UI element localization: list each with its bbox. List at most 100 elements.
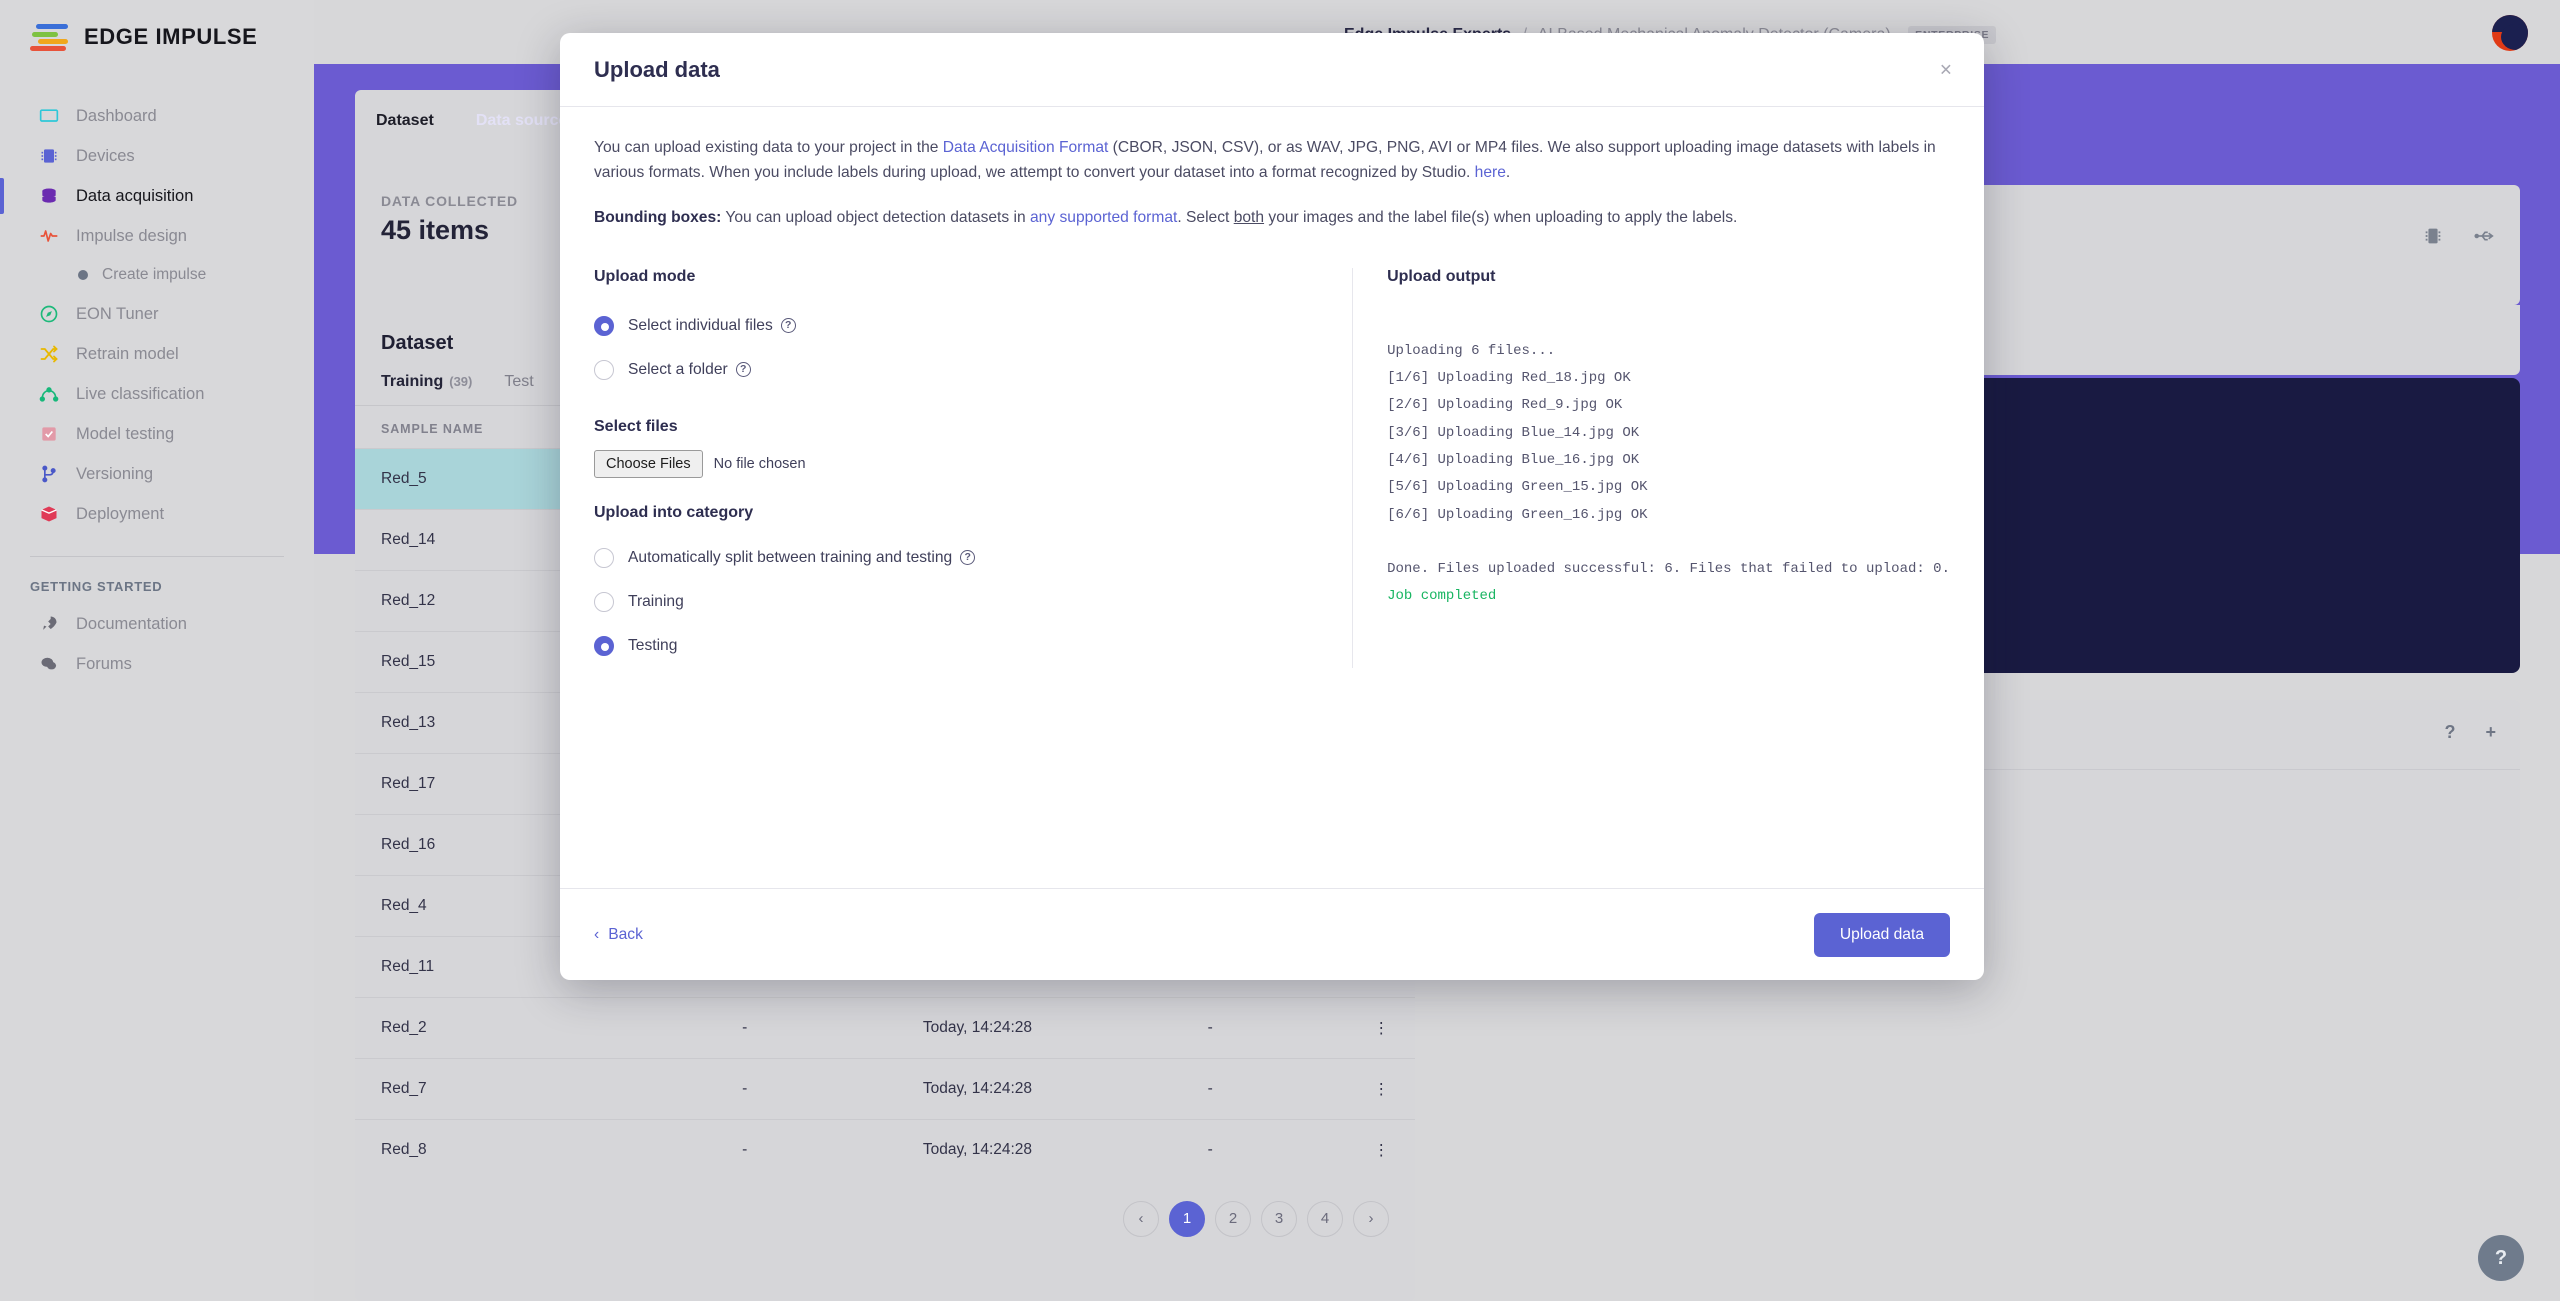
- radio-label: Testing: [628, 637, 677, 655]
- sidebar-item-deployment[interactable]: Deployment: [0, 494, 314, 534]
- modal-right-column: Upload output Uploading 6 files... [1/6]…: [1352, 267, 1950, 668]
- sidebar-item-label: Model testing: [76, 424, 175, 443]
- plus-icon[interactable]: +: [2485, 722, 2496, 743]
- supported-format-link[interactable]: any supported format: [1030, 209, 1177, 226]
- row-menu-icon[interactable]: ⋮: [1271, 1119, 1415, 1181]
- cell-col2: -: [683, 997, 806, 1059]
- sidebar-item-devices[interactable]: Devices: [0, 136, 314, 176]
- radio-select-a-folder[interactable]: Select a folder ?: [594, 348, 1316, 392]
- radio-indicator[interactable]: [594, 359, 614, 380]
- page-next[interactable]: ›: [1353, 1200, 1389, 1237]
- upload-output-title: Upload output: [1387, 267, 1496, 285]
- sidebar-item-model-testing[interactable]: Model testing: [0, 414, 314, 454]
- help-icon[interactable]: ?: [735, 362, 751, 378]
- cell-col4: -: [1149, 1058, 1272, 1120]
- close-icon[interactable]: ×: [1940, 59, 1952, 80]
- radio-indicator[interactable]: [594, 315, 614, 336]
- sidebar-item-versioning[interactable]: Versioning: [0, 454, 314, 494]
- page-3[interactable]: 3: [1261, 1200, 1297, 1237]
- database-icon: [38, 185, 60, 207]
- sidebar: EDGE IMPULSE Dashboard Devices Data acqu…: [0, 0, 314, 1301]
- sidebar-item-impulse-design[interactable]: Impulse design: [0, 216, 314, 256]
- avatar[interactable]: [2492, 15, 2528, 51]
- cell-timestamp: Today, 14:24:28: [805, 1058, 1150, 1120]
- table-row[interactable]: Red_8- Today, 14:24:28- ⋮: [355, 1119, 1415, 1181]
- rocket-icon: [38, 613, 60, 635]
- sidebar-item-documentation[interactable]: Documentation: [0, 604, 314, 644]
- intro-p2-c: your images and the label file(s) when u…: [1264, 208, 1738, 226]
- radio-label: Training: [628, 593, 684, 611]
- monitor-icon: [38, 105, 60, 127]
- sidebar-item-live-classification[interactable]: Live classification: [0, 374, 314, 414]
- sidebar-item-label: Versioning: [76, 464, 154, 483]
- pagination: ‹ 1 2 3 4 ›: [355, 1181, 1415, 1257]
- page-1[interactable]: 1: [1169, 1200, 1205, 1237]
- upload-data-button[interactable]: Upload data: [1813, 912, 1950, 957]
- subtab-training[interactable]: Training (39): [381, 373, 472, 405]
- modal-body: You can upload existing data to your pro…: [560, 107, 1984, 888]
- radio-label: Select individual files ?: [628, 317, 796, 335]
- page-2[interactable]: 2: [1215, 1200, 1251, 1237]
- data-acquisition-format-link[interactable]: Data Acquisition Format: [943, 139, 1109, 156]
- help-icon[interactable]: ?: [780, 318, 796, 334]
- sidebar-item-label: Retrain model: [76, 344, 179, 363]
- subtab-test[interactable]: Test: [504, 373, 533, 405]
- back-button[interactable]: ‹ Back: [594, 926, 643, 944]
- table-row[interactable]: Red_7- Today, 14:24:28- ⋮: [355, 1058, 1415, 1120]
- sidebar-subitem-label: Create impulse: [102, 266, 207, 283]
- table-row[interactable]: Red_2- Today, 14:24:28- ⋮: [355, 997, 1415, 1059]
- chip-icon[interactable]: [2422, 225, 2444, 252]
- metadata-panel-icons: ? +: [2444, 722, 2496, 743]
- both-emphasis: both: [1233, 208, 1265, 226]
- box-icon: [38, 503, 60, 525]
- sidebar-item-label: Data acquisition: [76, 186, 194, 205]
- radio-indicator[interactable]: [594, 635, 614, 656]
- sidebar-item-label: Forums: [76, 654, 132, 673]
- edge-impulse-logo-icon: [30, 22, 72, 52]
- sidebar-item-retrain-model[interactable]: Retrain model: [0, 334, 314, 374]
- usb-icon[interactable]: [2474, 225, 2496, 252]
- page-4[interactable]: 4: [1307, 1200, 1343, 1237]
- sidebar-item-label: Devices: [76, 146, 135, 165]
- radio-indicator[interactable]: [594, 547, 614, 568]
- radio-select-individual-files[interactable]: Select individual files ?: [594, 304, 1316, 348]
- cell-timestamp: Today, 14:24:28: [805, 997, 1150, 1059]
- main-tabs: Dataset Data sources: [360, 104, 592, 138]
- tab-dataset[interactable]: Dataset: [360, 104, 450, 138]
- sidebar-item-label: Live classification: [76, 384, 205, 403]
- radio-label-text: Testing: [628, 636, 678, 654]
- here-link[interactable]: here: [1475, 164, 1506, 181]
- help-button[interactable]: ?: [2478, 1235, 2524, 1281]
- question-icon[interactable]: ?: [2444, 722, 2455, 743]
- cell-col2: -: [683, 1119, 806, 1181]
- page-prev[interactable]: ‹: [1123, 1200, 1159, 1237]
- row-menu-icon[interactable]: ⋮: [1271, 997, 1415, 1059]
- intro-paragraph-2: Bounding boxes: You can upload object de…: [594, 205, 1950, 230]
- network-icon: [38, 383, 60, 405]
- sidebar-item-eon-tuner[interactable]: EON Tuner: [0, 294, 314, 334]
- row-menu-icon[interactable]: ⋮: [1271, 1058, 1415, 1120]
- chat-icon: [38, 653, 60, 675]
- radio-label-text: Automatically split between training and…: [628, 548, 953, 566]
- brand-logo[interactable]: EDGE IMPULSE: [0, 0, 314, 52]
- radio-indicator[interactable]: [594, 591, 614, 612]
- radio-auto-split[interactable]: Automatically split between training and…: [594, 536, 1316, 580]
- subtab-test-label: Test: [504, 373, 534, 390]
- sidebar-item-data-acquisition[interactable]: Data acquisition: [0, 176, 314, 216]
- help-icon[interactable]: ?: [960, 550, 976, 566]
- choose-files-button[interactable]: Choose Files: [594, 449, 703, 478]
- sidebar-item-forums[interactable]: Forums: [0, 644, 314, 684]
- radio-training[interactable]: Training: [594, 580, 1316, 624]
- git-branch-icon: [38, 463, 60, 485]
- file-input-row[interactable]: Choose Files No file chosen: [594, 449, 1316, 478]
- radio-testing[interactable]: Testing: [594, 624, 1316, 668]
- sidebar-item-create-impulse[interactable]: Create impulse: [0, 256, 314, 294]
- back-label: Back: [608, 925, 643, 943]
- chip-icon: [38, 145, 60, 167]
- intro-paragraph-1: You can upload existing data to your pro…: [594, 135, 1950, 186]
- modal-footer: ‹ Back Upload data: [560, 888, 1984, 980]
- cell-col4: -: [1149, 1119, 1272, 1181]
- sidebar-item-dashboard[interactable]: Dashboard: [0, 96, 314, 136]
- cell-sample-name: Red_8: [355, 1119, 684, 1181]
- sidebar-group-title: GETTING STARTED: [30, 579, 163, 594]
